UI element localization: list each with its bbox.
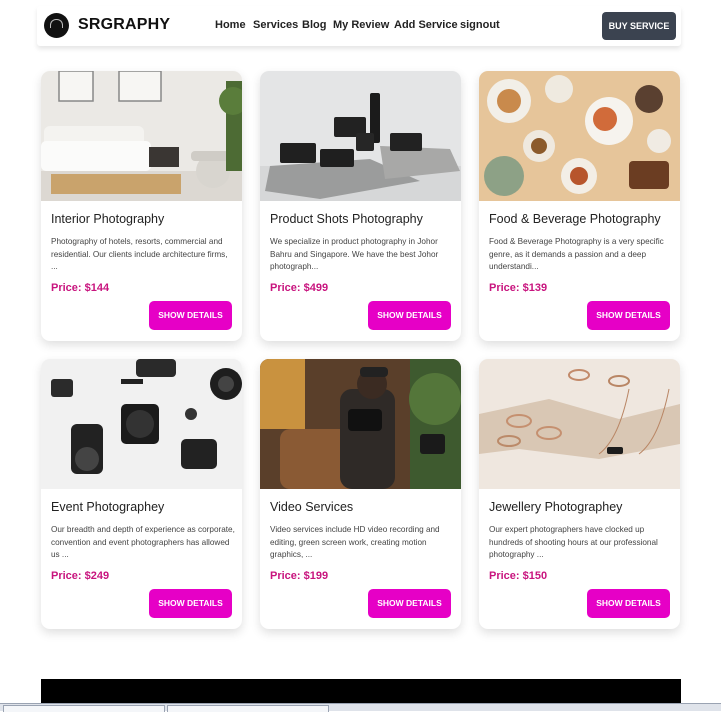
service-card: Jewellery Photographey Our expert photog…	[479, 359, 680, 629]
navbar: SRGRAPHY Home Services Blog My Review Ad…	[37, 6, 681, 46]
service-price: Price: $144	[51, 282, 110, 294]
show-details-button[interactable]: SHOW DETAILS	[149, 301, 232, 330]
brand-name[interactable]: SRGRAPHY	[78, 16, 170, 34]
brand-logo[interactable]	[44, 13, 69, 38]
nav-link-add-service[interactable]: Add Service	[394, 19, 458, 31]
nav-link-home[interactable]: Home	[215, 19, 246, 31]
service-title: Jewellery Photographey	[489, 500, 623, 514]
service-description: Food & Beverage Photography is a very sp…	[489, 237, 664, 271]
service-title: Video Services	[270, 500, 354, 514]
service-title: Event Photographey	[51, 500, 165, 514]
nav-link-services[interactable]: Services	[253, 19, 298, 31]
service-card: Food & Beverage Photography Food & Bever…	[479, 71, 680, 341]
service-image	[479, 359, 680, 489]
nav-link-blog[interactable]: Blog	[302, 19, 326, 31]
service-title: Product Shots Photography	[270, 212, 423, 226]
service-price: Price: $139	[489, 282, 548, 294]
show-details-button[interactable]: SHOW DETAILS	[368, 589, 451, 618]
service-image	[260, 359, 461, 489]
service-price: Price: $499	[270, 282, 329, 294]
show-details-button[interactable]: SHOW DETAILS	[368, 301, 451, 330]
service-card: Interior Photography Photography of hote…	[41, 71, 242, 341]
taskbar-window-button[interactable]	[167, 705, 329, 712]
service-title: Interior Photography	[51, 212, 165, 226]
camera-icon	[50, 19, 63, 28]
service-image	[479, 71, 680, 201]
service-price: Price: $199	[270, 570, 329, 582]
service-description: Our breadth and depth of experience as c…	[51, 525, 235, 559]
service-description: Video services include HD video recordin…	[270, 525, 440, 559]
show-details-button[interactable]: SHOW DETAILS	[149, 589, 232, 618]
service-title: Food & Beverage Photography	[489, 212, 661, 226]
show-details-button[interactable]: SHOW DETAILS	[587, 589, 670, 618]
service-description: We specialize in product photography in …	[270, 237, 439, 271]
service-card: Video Services Video services include HD…	[260, 359, 461, 629]
service-card: Product Shots Photography We specialize …	[260, 71, 461, 341]
buy-service-button[interactable]: BUY SERVICE	[602, 12, 676, 40]
service-description: Our expert photographers have clocked up…	[489, 525, 658, 559]
service-image	[41, 71, 242, 201]
taskbar-window-button[interactable]	[3, 705, 165, 712]
service-price: Price: $150	[489, 570, 548, 582]
service-card: Event Photographey Our breadth and depth…	[41, 359, 242, 629]
show-details-button[interactable]: SHOW DETAILS	[587, 301, 670, 330]
service-price: Price: $249	[51, 570, 110, 582]
service-description: Photography of hotels, resorts, commerci…	[51, 237, 228, 271]
service-image	[41, 359, 242, 489]
nav-link-signout[interactable]: signout	[460, 19, 500, 31]
service-image	[260, 71, 461, 201]
nav-link-my-review[interactable]: My Review	[333, 19, 389, 31]
